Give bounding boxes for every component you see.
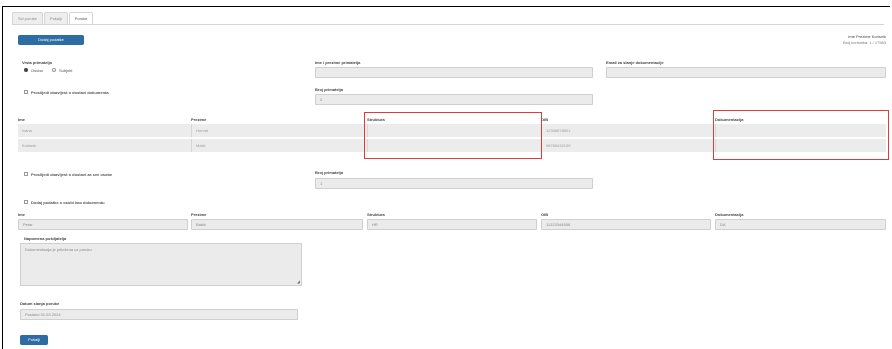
t2-r1-structure[interactable]: HR <box>367 219 537 230</box>
count-label-2: Broj primatelja <box>315 170 344 175</box>
checkbox-notify-delivery[interactable] <box>24 90 28 94</box>
table-row: Petar Babić HR 11223344556 DA <box>18 219 886 232</box>
t1-r1-oib[interactable]: 12345678901 <box>541 124 570 137</box>
radio-company[interactable] <box>52 68 56 72</box>
t2-r1-surname[interactable]: Babić <box>191 219 363 230</box>
tab-send[interactable]: Pošalji <box>43 12 68 24</box>
t1-r2-surname[interactable]: Matić <box>191 139 206 152</box>
subject-label: Ime i prezime primatelja <box>315 60 361 65</box>
email-input[interactable] <box>606 67 886 78</box>
t1-header-surname: Prezime <box>191 117 207 122</box>
t1-r2-name[interactable]: Korisnik <box>18 139 36 152</box>
subject-input[interactable] <box>315 67 593 78</box>
t2-r1-docs[interactable]: DA <box>715 219 886 230</box>
checkbox-notify-all-label: Proslijedi obavijest o dostavi za sve os… <box>31 172 113 177</box>
highlight-structure-column <box>364 112 542 159</box>
email-label: Email za slanje dokumentacije <box>606 60 664 65</box>
t2-header-surname: Prezime <box>191 212 207 217</box>
t1-header-name: Ime <box>18 117 25 122</box>
tab-all[interactable]: Svi poruke <box>12 12 43 24</box>
user-id: Broj korisnika: 1 / 17583 <box>843 40 886 45</box>
t2-header-name: Ime <box>18 212 25 217</box>
recipient-type-label: Vrsta primatelja <box>22 60 52 65</box>
tab-bar: Svi poruke Pošalji Poruke <box>12 12 94 24</box>
checkbox-add-person[interactable] <box>24 200 28 204</box>
resize-handle-icon[interactable]: ◢ <box>297 279 300 284</box>
checkbox-notify-delivery-label: Proslijedi obavijest o dostavi dokumenta <box>31 90 109 95</box>
note-textarea[interactable]: Dokumentacija je priložena uz poruku ◢ <box>20 243 302 286</box>
tab-divider <box>12 24 884 25</box>
radio-person[interactable] <box>24 68 28 72</box>
t2-r1-oib[interactable]: 11223344556 <box>541 219 711 230</box>
t2-header-oib: OIB <box>541 212 549 217</box>
count-label-1: Broj primatelja <box>315 87 344 92</box>
submit-button[interactable]: Pošalji <box>20 335 48 345</box>
t1-header-oib: OIB <box>541 117 549 122</box>
t1-r1-surname[interactable]: Horvat <box>191 124 208 137</box>
note-label: Napomena pošiljatelja <box>24 236 67 241</box>
count-input-1[interactable]: 2 <box>315 94 593 105</box>
note-text: Dokumentacija je priložena uz poruku <box>25 247 92 252</box>
t2-header-structure: Struktura <box>367 212 385 217</box>
add-data-button[interactable]: Dodaj podatke <box>18 35 84 45</box>
t2-header-docs: Dokumentacija <box>715 212 744 217</box>
t1-r2-oib[interactable]: 98765432100 <box>541 139 570 152</box>
t1-r1-name[interactable]: Ivana <box>18 124 32 137</box>
highlight-docs-column <box>713 110 889 160</box>
date-input[interactable]: Poslano 01.03.2024 <box>20 309 298 320</box>
radio-company-label: Subjekt <box>59 68 73 73</box>
radio-person-label: Osoba <box>31 68 43 73</box>
checkbox-add-person-label: Dodaj podatke o osobi kao dokumentu <box>31 200 105 205</box>
user-name: Ime Prezime Korisnik <box>848 34 886 39</box>
t2-r1-name[interactable]: Petar <box>18 219 188 230</box>
checkbox-notify-all[interactable] <box>24 172 28 176</box>
count-input-2[interactable]: 1 <box>315 178 593 189</box>
date-label: Datum slanja poruke <box>20 301 60 306</box>
tab-messages[interactable]: Poruke <box>68 12 94 24</box>
